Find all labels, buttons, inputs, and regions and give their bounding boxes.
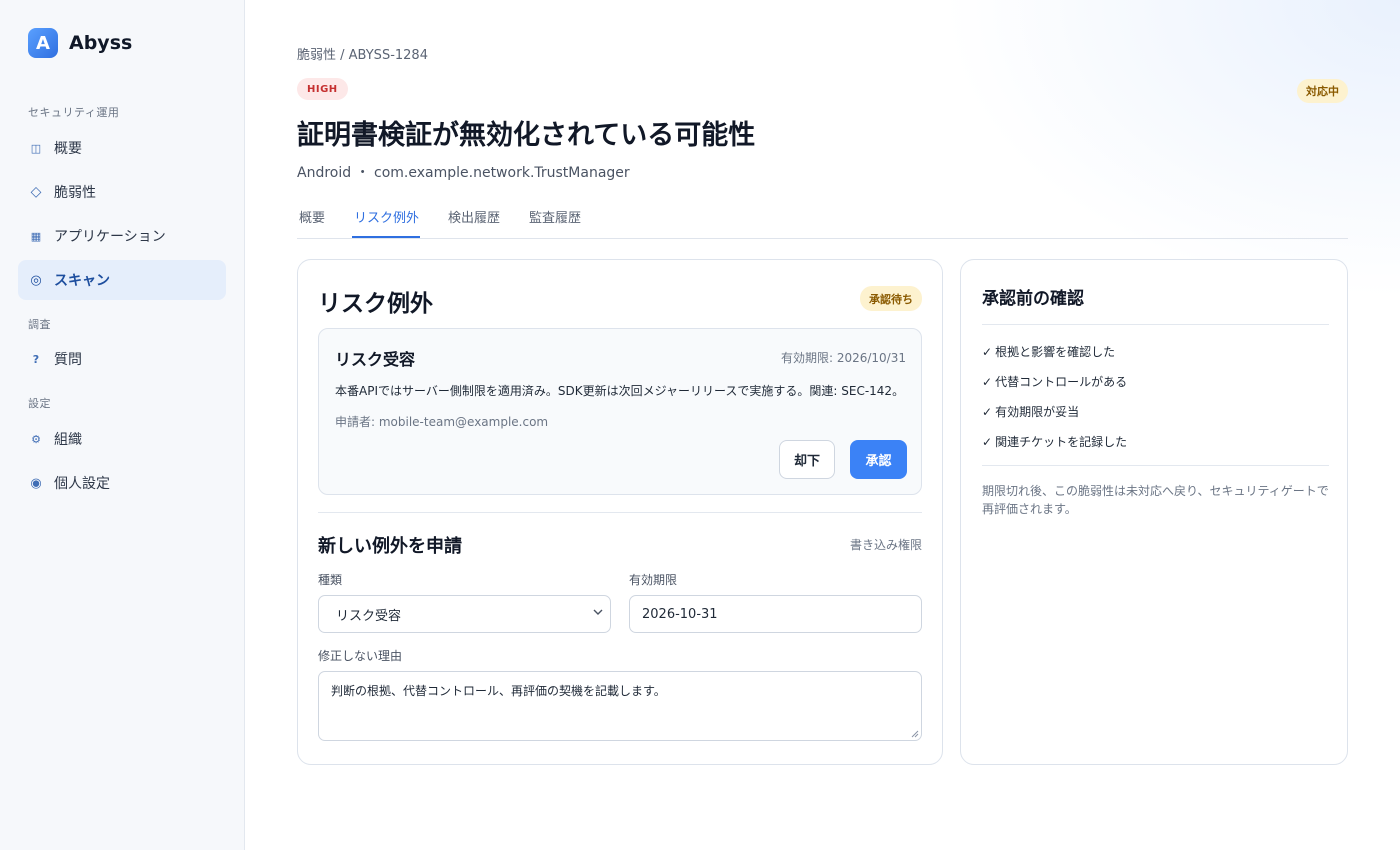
- diamond-icon: ◇: [30, 184, 42, 200]
- checklist-item: ✓ 有効期限が妥当: [982, 403, 1079, 420]
- tab-bar: 概要 リスク例外 検出履歴 監査履歴: [297, 200, 1348, 239]
- pre-approval-checklist-panel: 承認前の確認 ✓ 根拠と影響を確認した ✓ 代替コントロールがある ✓ 有効期限が妥当…: [960, 259, 1348, 765]
- reason-textarea[interactable]: 判断の根拠、代替コントロール、再評価の契機を記載します。: [318, 671, 922, 741]
- tab-risk-exceptions[interactable]: リスク例外: [354, 207, 419, 226]
- severity-badge: HIGH: [297, 78, 348, 100]
- expiry-label: 有効期限: [629, 573, 678, 587]
- gear-icon: ⚙: [31, 432, 41, 446]
- question-icon: ?: [32, 352, 40, 366]
- sidebar-item-label: スキャン: [54, 273, 110, 289]
- sidebar-item-label: 組織: [54, 432, 82, 448]
- exception-description: 本番APIではサーバー側制限を適用済み。SDK更新は次回メジャーリリースで実施す…: [335, 384, 905, 398]
- scan-icon: ◎: [30, 272, 42, 288]
- checklist-item-label: 根拠と影響を確認した: [995, 345, 1116, 359]
- chevron-down-icon: [593, 609, 603, 615]
- resize-grip-icon[interactable]: [911, 730, 919, 738]
- exception-type: リスク受容: [335, 350, 416, 369]
- type-select-value: リスク受容: [336, 608, 402, 624]
- tab-overview[interactable]: 概要: [299, 207, 325, 226]
- check-icon: ✓: [982, 405, 993, 419]
- sidebar-item-label: 個人設定: [54, 476, 110, 492]
- panel-title: リスク例外: [318, 291, 433, 317]
- check-icon: ✓: [982, 435, 993, 449]
- expiry-date-input[interactable]: 2026-10-31: [629, 595, 922, 633]
- type-select[interactable]: リスク受容: [318, 595, 611, 633]
- sidebar-item-scan[interactable]: ◎ スキャン: [18, 260, 226, 300]
- exception-expiry: 有効期限: 2026/10/31: [780, 351, 906, 365]
- tab-detection-history[interactable]: 検出履歴: [448, 207, 500, 226]
- exception-request-card: リスク受容 有効期限: 2026/10/31 本番APIではサーバー側制限を適用…: [318, 328, 922, 495]
- reason-text: 判断の根拠、代替コントロール、再評価の契機を記載します。: [331, 684, 666, 698]
- checklist-divider-top: [982, 324, 1329, 325]
- check-icon: ✓: [982, 375, 993, 389]
- breadcrumb[interactable]: 脆弱性 / ABYSS-1284: [297, 44, 428, 63]
- grid-icon: ▦: [30, 229, 42, 243]
- checklist-item-label: 代替コントロールがある: [995, 375, 1128, 389]
- page-subtitle: Android ・ com.example.network.TrustManag…: [297, 165, 630, 181]
- sidebar-item-organization[interactable]: ⚙ 組織: [18, 419, 226, 459]
- reject-button[interactable]: 却下: [779, 440, 835, 479]
- new-exception-title: 新しい例外を申請: [318, 536, 462, 557]
- brand-logo: A: [28, 28, 58, 58]
- pending-badge: 承認待ち: [860, 286, 922, 311]
- check-icon: ✓: [982, 345, 993, 359]
- sidebar-item-label: アプリケーション: [54, 229, 166, 245]
- sidebar-item-overview[interactable]: ◫ 概要: [18, 128, 226, 168]
- checklist-title: 承認前の確認: [982, 289, 1084, 309]
- sidebar-section-investigation: 調査: [28, 318, 51, 331]
- brand-name: Abyss: [69, 32, 133, 54]
- sidebar-item-personal-settings[interactable]: ◉ 個人設定: [18, 463, 226, 503]
- sidebar: A Abyss セキュリティ運用 ◫ 概要 ◇ 脆弱性 ▦ アプリケーション ◎…: [0, 0, 245, 850]
- sidebar-item-vulnerabilities[interactable]: ◇ 脆弱性: [18, 172, 226, 212]
- sidebar-section-settings: 設定: [28, 397, 51, 410]
- sidebar-item-label: 脆弱性: [54, 185, 96, 201]
- expiry-date-value: 2026-10-31: [642, 606, 718, 622]
- background-glow: [940, 0, 1400, 300]
- sidebar-item-applications[interactable]: ▦ アプリケーション: [18, 216, 226, 256]
- overview-icon: ◫: [30, 141, 42, 155]
- checklist-item-label: 有効期限が妥当: [995, 405, 1080, 419]
- risk-exception-panel: リスク例外 承認待ち リスク受容 有効期限: 2026/10/31 本番APIで…: [297, 259, 943, 765]
- expiry-note: 期限切れ後、この脆弱性は未対応へ戻り、セキュリティゲートで再評価されます。: [982, 484, 1329, 516]
- sidebar-item-questions[interactable]: ? 質問: [18, 339, 226, 379]
- checklist-divider-bottom: [982, 465, 1329, 466]
- tab-audit-history[interactable]: 監査履歴: [529, 207, 581, 226]
- exception-requester: 申請者: mobile-team@example.com: [335, 415, 549, 429]
- sidebar-section-security-ops: セキュリティ運用: [28, 106, 120, 119]
- sidebar-item-label: 概要: [54, 141, 82, 157]
- checklist-item: ✓ 代替コントロールがある: [982, 373, 1127, 390]
- permission-label: 書き込み権限: [849, 538, 922, 552]
- brand[interactable]: A Abyss: [28, 28, 132, 58]
- section-divider: [318, 512, 922, 513]
- checklist-item: ✓ 関連チケットを記録した: [982, 433, 1127, 450]
- reason-label: 修正しない理由: [318, 649, 403, 663]
- checklist-item: ✓ 根拠と影響を確認した: [982, 343, 1115, 360]
- approve-button[interactable]: 承認: [850, 440, 907, 479]
- active-tab-indicator: [352, 236, 420, 238]
- page-title: 証明書検証が無効化されている可能性: [297, 120, 756, 151]
- checklist-item-label: 関連チケットを記録した: [995, 435, 1128, 449]
- type-label: 種類: [318, 573, 343, 587]
- status-badge: 対応中: [1297, 79, 1348, 103]
- profile-icon: ◉: [30, 475, 42, 491]
- sidebar-item-label: 質問: [54, 352, 82, 368]
